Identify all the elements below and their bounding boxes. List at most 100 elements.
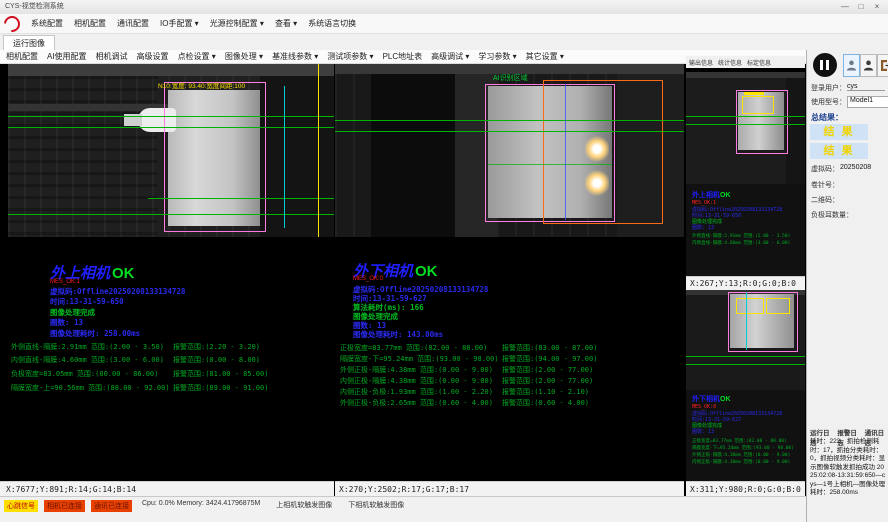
thumbnail-upper[interactable]: 外上相机OK MES_OK:1 虚拟码:Offline2025020813313…: [686, 72, 805, 276]
tool-plc-table[interactable]: PLC地址表: [383, 51, 423, 62]
measure-line: [8, 214, 334, 215]
measure-value: 隔膜宽度-上=90.56mm 范围:(88.00 - 92.00): [11, 384, 170, 392]
alarm-range: 报警范围:(1.10 - 2.10): [502, 387, 589, 397]
vertical-marker-cyan: [746, 292, 747, 350]
pause-button[interactable]: [813, 53, 837, 77]
lower-camera-soft-trigger[interactable]: 下相机软触发图像: [348, 500, 404, 510]
menu-light-config[interactable]: 光源控制配置 ▾: [210, 18, 264, 29]
camera-view-lower[interactable]: AI识别区域 外下相机OK MES_OK:0 虚拟码:Offline202502…: [335, 64, 684, 496]
app-window: CYS-视觉检测系统 — □ × 系统配置 相机配置 通讯配置 IO手配置 ▾ …: [0, 0, 888, 522]
thumbnail-column: 外上相机OK MES_OK:1 虚拟码:Offline2025020813313…: [686, 64, 805, 496]
upper-camera-soft-trigger[interactable]: 上相机软触发图像: [276, 500, 332, 510]
detect-label-yellow: [744, 92, 764, 95]
tab-strip: 运行图像: [0, 34, 888, 51]
menu-view[interactable]: 查看 ▾: [275, 18, 297, 29]
tool-learn-params[interactable]: 学习参数 ▾: [478, 51, 516, 62]
measure-row-tiny: 正极宽度=83.77mm 范围:(82.00 - 88.00): [692, 438, 787, 444]
tool-advanced-debug[interactable]: 高级调试 ▾: [431, 51, 469, 62]
ai-region-label: AI识别区域: [493, 73, 528, 83]
measure-value: 正极宽度=83.77mm 范围:(82.00 - 88.00): [340, 344, 487, 352]
result-indicator-lower: 结 果: [810, 143, 868, 159]
exit-button[interactable]: [877, 54, 888, 77]
camera-name-text: 外下相机: [692, 396, 720, 403]
thumb-tab-output[interactable]: 输出信息: [689, 58, 713, 67]
camera-view-upper[interactable]: N10:宽度: 93.40:宽度间距:100 外上相机OK MES_OK:1 虚…: [0, 64, 334, 496]
measure-line: [335, 120, 684, 121]
tool-image-process[interactable]: 图像处理 ▾: [225, 51, 263, 62]
coords-statusbar-thumb-lower: X:311;Y:980;R:0;G:0;B:0: [686, 481, 805, 496]
user-dark-icon: [863, 59, 874, 72]
logout-icon: [880, 59, 888, 72]
measure-value: 内侧正极-隔膜:4.38mm 范围:(0.00 - 9.00): [340, 377, 493, 385]
thumbnail-lower[interactable]: 外下相机OK MES_OK:0 虚拟码:Offline2025020813313…: [686, 290, 805, 481]
thumb-photo: [686, 290, 805, 390]
tool-camera-config[interactable]: 相机配置: [6, 51, 38, 62]
user-manage-button[interactable]: [860, 54, 877, 77]
selection-rect: [164, 82, 266, 232]
alarm-range: 报警范围:(89.00 - 91.00): [173, 383, 268, 393]
maximize-icon[interactable]: □: [854, 0, 868, 14]
negative-tab-count-label: 负极耳数量：: [811, 210, 853, 220]
measure-row-tiny: 隔膜宽度-下=95.24mm 范围:(93.00 - 98.00): [692, 445, 794, 451]
camera-status-ok: OK: [720, 396, 731, 403]
vertical-marker-yellow: [318, 64, 319, 237]
measure-row-tiny: 外侧正极-隔膜:4.38mm 范围:(0.00 - 9.00): [692, 452, 790, 458]
close-icon[interactable]: ×: [870, 0, 884, 14]
tab-run-image[interactable]: 运行图像: [3, 35, 55, 51]
title-bar: CYS-视觉检测系统 — □ ×: [0, 0, 888, 15]
measure-line: [8, 127, 334, 128]
width-annotation: N10:宽度: 93.40:宽度间距:100: [158, 80, 245, 90]
app-logo-icon: [1, 12, 24, 35]
measure-row: 内侧直线-隔膜:4.60mm 范围:(3.00 - 6.00) 报警范围:(0.0…: [11, 355, 331, 365]
login-user-label: 登录用户：: [811, 83, 846, 93]
minimize-icon[interactable]: —: [838, 0, 852, 14]
measure-row: 正极宽度=83.77mm 范围:(82.00 - 88.00) 报警范围:(83.…: [340, 343, 680, 353]
machine-dark-column: [371, 74, 455, 237]
qrcode-label: 二维码：: [811, 195, 839, 205]
thumb-tab-calib[interactable]: 标定信息: [747, 58, 771, 67]
tool-ai-config[interactable]: AI使用配置: [47, 51, 87, 62]
measure-value: 外侧直线-隔膜:2.91mm 范围:(2.00 - 3.50): [11, 343, 164, 351]
machine-top-rail: [8, 64, 334, 76]
alarm-range: 报警范围:(83.00 - 87.00): [502, 343, 597, 353]
right-panel: 登录用户： cys 使用型号： Model1 总结果： 结 果 结 果 虚拟码：…: [806, 50, 888, 522]
detect-box-yellow: [736, 298, 764, 314]
window-title: CYS-视觉检测系统: [5, 3, 64, 10]
menu-system-config[interactable]: 系统配置: [31, 18, 63, 29]
measure-row: 负极宽度=83.05mm 范围:(80.00 - 86.00)报警范围:(81.…: [11, 369, 331, 379]
menu-language[interactable]: 系统语言切换: [308, 18, 356, 29]
thumb-tabs: 输出信息 统计信息 标定信息: [686, 56, 805, 68]
user-login-button[interactable]: [843, 54, 860, 77]
alarm-range: 报警范围:(0.00 - 8.00): [173, 355, 260, 365]
tool-advanced-settings[interactable]: 高级设置: [137, 51, 169, 62]
menu-comm-config[interactable]: 通讯配置: [117, 18, 149, 29]
tool-camera-debug[interactable]: 相机调试: [96, 51, 128, 62]
camera-status-ok: OK: [112, 265, 135, 282]
machine-right-dark: [786, 78, 805, 184]
model-value[interactable]: Model1: [847, 96, 888, 108]
measure-row: 外侧直线-隔膜:2.91mm 范围:(2.00 - 3.50)报警范围:(2.2…: [11, 342, 331, 352]
menu-camera-config[interactable]: 相机配置: [74, 18, 106, 29]
vertical-marker-blue: [565, 84, 566, 220]
tool-other-settings[interactable]: 其它设置 ▾: [526, 51, 564, 62]
measure-row-tiny: 外侧直线-隔膜:2.91mm 范围:(2.00 - 3.50): [692, 233, 790, 239]
measure-row: 外侧正极-隔膜:4.38mm 范围:(0.00 - 9.00)报警范围:(2.0…: [340, 365, 680, 375]
machine-right-dark: [260, 76, 334, 237]
camera-photo-upper[interactable]: N10:宽度: 93.40:宽度间距:100: [8, 64, 334, 237]
pause-icon: [826, 60, 829, 70]
measure-value: 隔膜宽度-下=95.24mm 范围:(93.00 - 98.00): [340, 355, 499, 363]
camera-photo-lower[interactable]: AI识别区域: [335, 64, 684, 237]
thumb-tab-stats[interactable]: 统计信息: [718, 58, 742, 67]
tool-spot-check[interactable]: 点检设置 ▾: [178, 51, 216, 62]
turn-count: 圈数: 13: [692, 224, 714, 231]
window-controls: — □ ×: [838, 0, 884, 14]
virtual-code-value: 20250208: [840, 164, 871, 171]
menu-io-config[interactable]: IO手配置 ▾: [160, 18, 199, 29]
login-user-value[interactable]: cys: [847, 83, 885, 91]
coords-statusbar-upper: X:7677;Y:891;R:14;G:14;B:14: [0, 481, 334, 496]
alarm-range: 报警范围:(94.00 - 97.00): [502, 354, 597, 364]
measure-value: 内侧直线-隔膜:4.60mm 范围:(3.00 - 6.00): [11, 356, 164, 364]
measure-line: [686, 356, 805, 357]
tool-baseline-params[interactable]: 基准线参数 ▾: [272, 51, 318, 62]
tool-test-params[interactable]: 测试项参数 ▾: [327, 51, 373, 62]
